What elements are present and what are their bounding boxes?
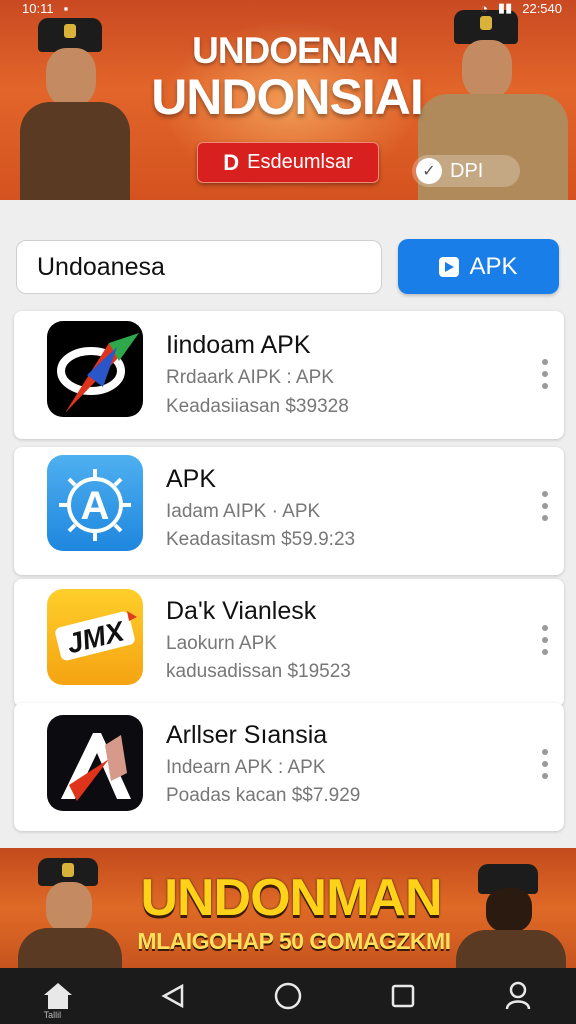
app-icon: JMX <box>47 589 143 685</box>
status-bar: 10:11 ▪ ◔ ▮▮ 22:540 <box>0 0 576 16</box>
apk-button-label: APK <box>469 252 518 280</box>
app-meta: kadusadissan $19523 <box>166 661 351 682</box>
status-clock: 22:540 <box>522 0 562 16</box>
system-nav-bar: Tallil <box>0 968 576 1024</box>
list-item[interactable]: A APK Iadam AIPK · APK Keadasitasm $59.9… <box>14 447 564 575</box>
app-icon: A <box>47 455 143 551</box>
download-icon: D <box>223 149 240 175</box>
list-item[interactable]: Iindoam APK Rrdaark AIPK : APK Keadasiia… <box>14 311 564 439</box>
svg-text:JMX: JMX <box>64 615 130 660</box>
home-tab-label: Tallil <box>43 1010 62 1020</box>
svg-text:A: A <box>81 484 110 528</box>
app-subtitle: Rrdaark AIPK : APK <box>166 367 334 388</box>
status-time: 10:11 <box>22 0 54 16</box>
bottom-ad-banner[interactable]: UNDONMAN MLAIGOHAP 50 GOMAGZKMI <box>0 848 576 968</box>
app-icon <box>47 715 143 811</box>
app-title: Da'k Vianlesk <box>166 597 317 625</box>
app-list: Iindoam APK Rrdaark AIPK : APK Keadasiia… <box>14 311 564 831</box>
apk-search-button[interactable]: APK <box>398 239 559 294</box>
back-button[interactable] <box>151 974 195 1018</box>
more-options-icon[interactable] <box>540 491 550 521</box>
list-item[interactable]: Arllser Sıansia Indearn APK : APK Poadas… <box>14 703 564 831</box>
check-icon: ✓ <box>416 158 442 184</box>
notification-icon: ▪ <box>63 0 69 16</box>
person-icon <box>506 981 531 1010</box>
banner-title-line1: UNDOENAN <box>192 30 399 71</box>
app-subtitle: Indearn APK : APK <box>166 757 326 778</box>
officer-bottom-right-image <box>456 864 566 968</box>
wifi-icon: ◔ <box>480 0 488 16</box>
home-circle-icon <box>274 982 302 1010</box>
officer-left-image <box>20 18 140 200</box>
search-input[interactable]: Undoanesa <box>16 240 382 294</box>
dpi-chip[interactable]: ✓ DPI <box>412 155 520 187</box>
bottom-banner-subtitle: MLAIGOHAP 50 GOMAGZKMI <box>137 928 451 954</box>
app-title: Arllser Sıansia <box>166 721 328 749</box>
app-subtitle: Iadam AIPK · APK <box>166 501 321 522</box>
app-icon <box>47 321 143 417</box>
list-item[interactable]: JMX Da'k Vianlesk Laokurn APK kadusadiss… <box>14 579 564 707</box>
top-ad-banner[interactable]: UNDOENAN UNDONSIAI D Esdeumlsar ✓ DPI <box>0 0 576 200</box>
app-meta: Poadas kacan $$7.929 <box>166 785 361 806</box>
app-subtitle: Laokurn APK <box>166 633 277 654</box>
recents-button[interactable] <box>381 974 425 1018</box>
home-tab-button[interactable]: Tallil <box>36 974 80 1020</box>
app-meta: Keadasiiasan $39328 <box>166 396 349 417</box>
app-title: Iindoam APK <box>166 331 311 359</box>
more-options-icon[interactable] <box>540 749 550 779</box>
signal-icon: ▮▮ <box>497 0 513 15</box>
profile-button[interactable] <box>496 974 540 1018</box>
banner-download-button[interactable]: D Esdeumlsar <box>197 142 379 183</box>
officer-bottom-left-image <box>10 858 130 968</box>
home-icon <box>43 983 72 1009</box>
bottom-banner-title: UNDONMAN <box>140 869 442 927</box>
play-icon <box>439 256 460 277</box>
banner-download-label: Esdeumlsar <box>247 151 353 173</box>
dpi-chip-label: DPI <box>450 159 484 182</box>
more-options-icon[interactable] <box>540 625 550 655</box>
home-button[interactable] <box>266 974 310 1018</box>
recents-square-icon <box>391 984 415 1008</box>
app-title: APK <box>166 465 217 493</box>
more-options-icon[interactable] <box>540 359 550 389</box>
back-triangle-icon <box>161 983 184 1009</box>
app-meta: Keadasitasm $59.9:23 <box>166 529 356 550</box>
banner-title-line2: UNDONSIAI <box>151 69 424 125</box>
